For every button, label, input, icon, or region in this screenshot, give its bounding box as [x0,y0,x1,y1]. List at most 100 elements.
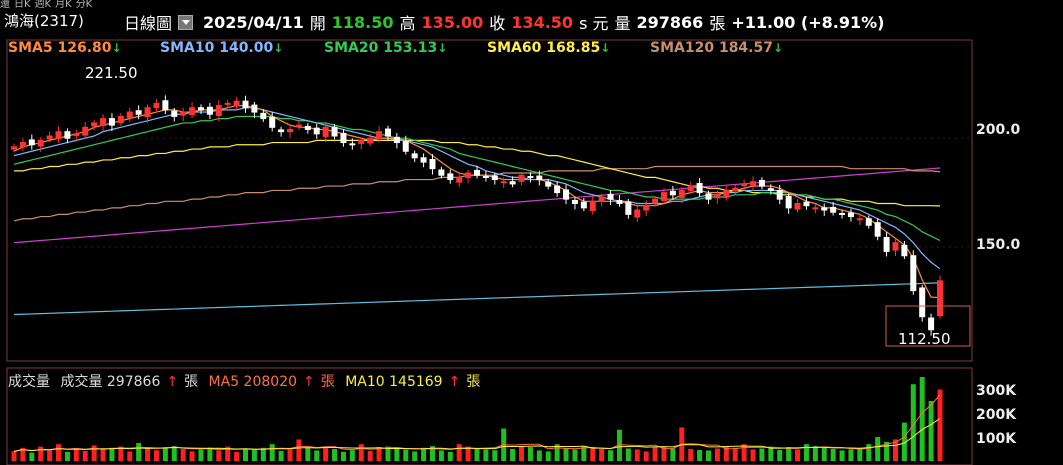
volume-title: 成交量 [8,374,50,390]
volume-ma10-line [13,418,941,452]
candle-body [571,199,578,204]
volume-bar [136,443,142,461]
volume-bar [340,451,346,461]
candle-body [367,137,374,144]
ma5-volume-text: MA5 208020 [208,374,298,390]
candle-body [830,206,837,213]
candle-body [598,196,605,202]
candle-body [438,169,445,176]
candle-body [910,255,917,292]
candle-body [55,131,62,140]
volume-bar [189,451,195,461]
candle-body [785,196,792,209]
candle-body [883,236,890,252]
candle-body [171,110,178,117]
candle-body [607,193,614,200]
candle-body [580,201,587,209]
candle-body [865,218,872,226]
candle-body [937,280,943,317]
volume-bar [305,447,311,461]
candle-body [509,181,516,185]
volume-bar [848,449,854,461]
candle-body [705,193,712,200]
candle-body [260,112,267,120]
candle-body [812,207,819,210]
candle-body [500,181,507,184]
volume-bar [483,449,489,461]
candle-body [928,317,935,331]
candle-body [723,189,730,198]
volume-bar [741,444,747,461]
candle-body [144,107,151,118]
ma5-up-icon: ↑ [303,374,315,390]
candle-body [625,201,632,215]
candle-body [384,128,391,137]
volume-bar [171,446,177,461]
volume-bar [269,444,275,461]
candle-body [420,157,427,163]
candle-body [215,105,222,117]
vol-tick-100k: 100K [976,431,1017,447]
volume-bar [296,439,302,461]
candle-body [767,188,774,191]
candle-body [856,218,863,221]
volume-bar [919,377,925,461]
candle-body [839,213,846,216]
candle-body [242,100,249,109]
volume-bar [581,446,587,461]
volume-bar [29,452,35,461]
candle-body [474,169,480,176]
candle-body [643,205,650,211]
volume-bar [47,450,53,461]
low-annotation: 112.50 [898,330,951,348]
volume-bar [643,451,649,461]
candle-body [536,175,543,181]
candle-body [313,127,320,135]
ma10-volume-text: MA10 145169 [345,374,443,390]
volume-bar [145,448,151,461]
volume-bar [403,449,409,461]
volume-bar [697,449,703,461]
volume-bar [64,451,70,461]
volume-unit-label: 張 [184,374,199,390]
candle-body [758,179,765,187]
volume-ma5-line [13,394,941,452]
price-chart[interactable]: 221.50 112.50 200.0 150.0 300K 200K 100K [0,0,1063,465]
volume-bar [857,448,863,461]
y-tick-150: 150.0 [976,237,1021,253]
volume-bar [332,449,338,461]
candle-body [162,100,169,111]
volume-bar [661,447,667,461]
candle-body [714,194,721,199]
candle-body [847,212,854,218]
candle-body [518,174,525,182]
volume-bar [795,449,801,461]
sma10-line [13,107,941,270]
candle-body [447,173,454,181]
volume-bar [234,451,240,461]
candle-body [46,135,53,140]
candle-body [794,203,801,210]
candle-body [180,111,187,116]
volume-bar [216,450,222,461]
volume-bar [198,449,204,461]
candle-body [696,182,703,194]
volume-bar [812,446,818,461]
candle-body [465,172,472,178]
sma480-line [13,282,941,316]
candle-body [224,102,231,105]
volume-bar [750,449,756,461]
y-tick-200: 200.0 [976,122,1021,138]
volume-bar [759,448,765,461]
candle-body [82,126,89,136]
candle-body [295,124,302,128]
volume-bar [109,447,115,461]
volume-bar [768,446,774,461]
candle-body [233,100,240,107]
candle-body [634,209,641,218]
candle-body [28,139,35,146]
candle-body [37,139,44,147]
candle-body [376,131,383,139]
volume-bar [278,450,284,461]
candle-body [322,126,329,137]
